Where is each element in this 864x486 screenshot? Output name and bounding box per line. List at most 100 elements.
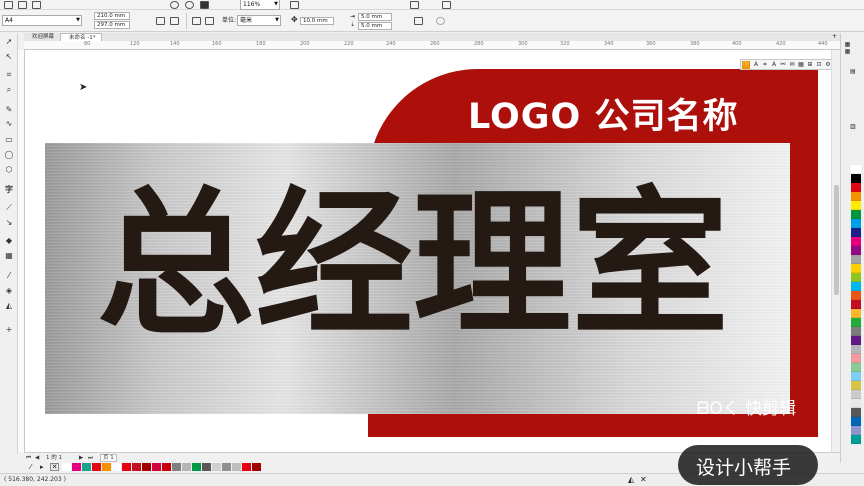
palette-swatch[interactable] xyxy=(851,309,861,318)
palette-swatch[interactable] xyxy=(202,463,211,471)
palette-swatch[interactable] xyxy=(232,463,241,471)
docker-tool-icon[interactable]: ▥ xyxy=(850,123,856,130)
palette-swatch[interactable] xyxy=(851,318,861,327)
palette-swatch[interactable] xyxy=(162,463,171,471)
shirt-icon[interactable]: ⊡ xyxy=(815,61,823,69)
artistic-media-icon[interactable]: ∿ xyxy=(4,119,14,128)
quick-fix-icon[interactable]: ⓢ xyxy=(742,61,750,69)
parallel-dimension-icon[interactable]: ⟋ xyxy=(4,203,14,212)
current-page-icon[interactable] xyxy=(205,17,214,25)
first-page-icon[interactable]: ⏮ xyxy=(26,454,31,462)
palette-swatch[interactable] xyxy=(142,463,151,471)
palette-swatch[interactable] xyxy=(851,417,861,426)
palette-swatch[interactable] xyxy=(851,426,861,435)
palette-swatch[interactable] xyxy=(851,372,861,381)
palette-swatch[interactable] xyxy=(851,336,861,345)
tab-welcome[interactable]: 欢迎屏幕 xyxy=(24,33,60,41)
portrait-icon[interactable] xyxy=(156,17,165,25)
mail-icon[interactable]: ✉ xyxy=(788,61,796,69)
palette-swatch[interactable] xyxy=(851,327,861,336)
add-tab-icon[interactable]: + xyxy=(832,33,837,41)
page-width-field[interactable]: 210.0 mm xyxy=(94,12,130,20)
redo-icon[interactable] xyxy=(185,1,194,9)
nudge-field[interactable]: 10.0 mm xyxy=(300,17,334,25)
link-icon[interactable]: ⚯ xyxy=(779,61,787,69)
drawing-canvas[interactable]: LOGO 公司名称 总经理室 ᗷOく 快剪辑 ➤ ⓢ A ⌗ A ⚯ ✉ ▦ ⊞… xyxy=(25,50,840,452)
palette-swatch[interactable] xyxy=(851,219,861,228)
palette-swatch[interactable] xyxy=(851,291,861,300)
palette-swatch[interactable] xyxy=(242,463,251,471)
transparency-icon[interactable]: ▦ xyxy=(4,251,14,260)
palette-swatch[interactable] xyxy=(102,463,111,471)
palette-swatch[interactable] xyxy=(132,463,141,471)
palette-swatch[interactable] xyxy=(851,300,861,309)
shape-tool-icon[interactable]: ↖ xyxy=(4,52,14,61)
palette-swatch[interactable] xyxy=(851,390,861,399)
treat-as-filled-icon[interactable] xyxy=(414,17,423,25)
palette-swatch[interactable] xyxy=(851,246,861,255)
options-icon[interactable] xyxy=(410,1,419,9)
palette-swatch[interactable] xyxy=(851,399,861,408)
all-pages-icon[interactable] xyxy=(192,17,201,25)
palette-swatch[interactable] xyxy=(851,228,861,237)
palette-swatch[interactable] xyxy=(72,463,81,471)
duplicate-x-field[interactable]: 5.0 mm xyxy=(358,13,392,21)
text-b-icon[interactable]: A xyxy=(770,61,778,69)
vertical-scrollbar[interactable] xyxy=(831,50,840,452)
palette-swatch[interactable] xyxy=(152,463,161,471)
palette-swatch[interactable] xyxy=(851,165,861,174)
prev-page-icon[interactable]: ◀ xyxy=(35,454,39,462)
palette-swatch[interactable] xyxy=(182,463,191,471)
landscape-icon[interactable] xyxy=(170,17,179,25)
palette-swatch[interactable] xyxy=(851,264,861,273)
smart-fill-icon[interactable]: ◭ xyxy=(4,301,14,310)
palette-swatch[interactable] xyxy=(851,183,861,192)
import-icon[interactable] xyxy=(200,1,209,9)
palette-swatch[interactable] xyxy=(252,463,261,471)
palette-swatch[interactable] xyxy=(112,463,121,471)
open-icon[interactable] xyxy=(18,1,27,9)
drop-shadow-icon[interactable]: ◆ xyxy=(4,236,14,245)
scrollbar-thumb[interactable] xyxy=(834,185,839,295)
grid-icon[interactable]: ▦ xyxy=(797,61,805,69)
zoom-combo[interactable]: 116% ▼ xyxy=(240,0,280,10)
palette-swatch[interactable] xyxy=(122,463,131,471)
palette-swatch[interactable] xyxy=(851,408,861,417)
add-icon[interactable] xyxy=(436,17,445,25)
palette-swatch[interactable] xyxy=(851,273,861,282)
palette-swatch[interactable] xyxy=(851,381,861,390)
duplicate-y-field[interactable]: 5.0 mm xyxy=(358,22,392,30)
docker-tab-icon[interactable]: ▦▦ xyxy=(844,41,851,55)
tab-untitled[interactable]: 未命名 -1* xyxy=(60,33,102,41)
new-document-icon[interactable] xyxy=(4,1,13,9)
eyedropper-icon[interactable]: ⁄ xyxy=(30,463,31,471)
eyedropper-icon[interactable]: ⁄ xyxy=(4,271,14,280)
ellipse-tool-icon[interactable]: ◯ xyxy=(4,150,14,159)
page-height-field[interactable]: 297.0 mm xyxy=(94,21,130,29)
color-picker-icon[interactable]: ▸ xyxy=(40,463,44,471)
palette-swatch[interactable] xyxy=(851,282,861,291)
palette-swatch[interactable] xyxy=(851,237,861,246)
palette-swatch[interactable] xyxy=(222,463,231,471)
palette-swatch[interactable] xyxy=(212,463,221,471)
palette-swatch[interactable] xyxy=(851,210,861,219)
last-page-icon[interactable]: ⏭ xyxy=(88,454,93,462)
palette-swatch[interactable] xyxy=(851,201,861,210)
crop-tool-icon[interactable]: ⌗ xyxy=(4,70,14,79)
docker-tool-icon[interactable]: ▤ xyxy=(850,68,856,75)
logo-company-text[interactable]: LOGO 公司名称 xyxy=(468,88,738,139)
polygon-tool-icon[interactable]: ⬡ xyxy=(4,165,14,174)
page-size-select[interactable]: A4 ▼ xyxy=(2,15,82,26)
connector-tool-icon[interactable]: ↘ xyxy=(4,218,14,227)
page-tab-1[interactable]: 页 1 xyxy=(100,454,117,462)
palette-swatch[interactable] xyxy=(851,192,861,201)
palette-swatch[interactable] xyxy=(851,435,861,444)
units-select[interactable]: 毫米 ▼ xyxy=(237,15,281,26)
palette-swatch[interactable] xyxy=(82,463,91,471)
freehand-tool-icon[interactable]: ✎ xyxy=(4,105,14,114)
zoom-tool-icon[interactable]: ⌕ xyxy=(4,85,14,94)
launch-icon[interactable] xyxy=(442,1,451,9)
pick-tool-icon[interactable]: ➚ xyxy=(4,37,14,46)
palette-swatch[interactable] xyxy=(851,255,861,264)
palette-swatch[interactable] xyxy=(92,463,101,471)
